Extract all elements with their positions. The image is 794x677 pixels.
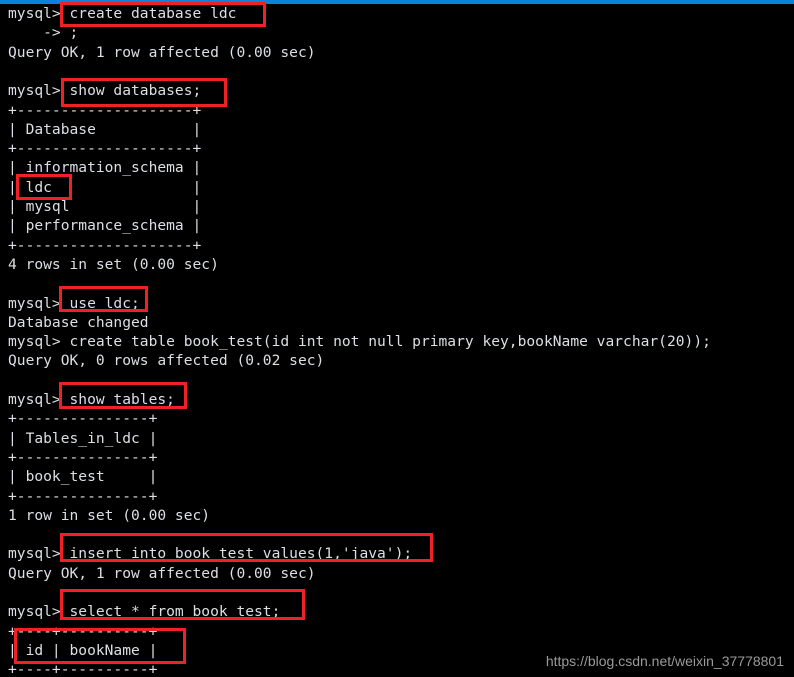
terminal-line: +---------------+: [8, 410, 158, 428]
terminal-line: +--------------------+: [8, 101, 202, 119]
terminal-line: +---------------+: [8, 448, 158, 466]
terminal-line: Query OK, 1 row affected (0.00 sec): [8, 43, 316, 61]
terminal-line: mysql> use ldc;: [8, 294, 140, 312]
terminal-line: mysql> create database ldc: [8, 5, 237, 22]
watermark-text: https://blog.csdn.net/weixin_37778801: [545, 653, 784, 669]
terminal-line: 1 row in set (0.00 sec): [8, 506, 211, 524]
terminal-line: +----+----------+: [8, 622, 158, 640]
terminal-line: 4 rows in set (0.00 sec): [8, 255, 219, 273]
terminal-line: | Database |: [8, 120, 202, 138]
terminal-line: | Tables_in_ldc |: [8, 429, 158, 447]
terminal-screen: mysql> create database ldc -> ; Query OK,…: [0, 0, 794, 677]
terminal-line: +--------------------+: [8, 140, 202, 158]
terminal-line: +----+----------+: [8, 661, 158, 677]
terminal-line: | book_test |: [8, 468, 158, 486]
terminal-line: mysql> show tables;: [8, 391, 175, 408]
terminal-line: -> ;: [8, 24, 79, 42]
terminal-line: +---------------+: [8, 487, 158, 505]
terminal-line: Query OK, 0 rows affected (0.02 sec): [8, 352, 325, 370]
terminal-line: +--------------------+: [8, 236, 202, 254]
terminal-line: Query OK, 1 row affected (0.00 sec): [8, 564, 316, 582]
terminal-line: | id | bookName |: [8, 641, 158, 659]
terminal-line: mysql> insert into book_test values(1,'j…: [8, 545, 413, 563]
terminal-line: | mysql |: [8, 198, 202, 215]
terminal-line: mysql> create table book_test(id int not…: [8, 333, 711, 351]
terminal-line: Database changed: [8, 313, 149, 331]
terminal-line: | ldc |: [8, 178, 202, 196]
terminal-line: | information_schema |: [8, 159, 202, 177]
terminal-line: mysql> show databases;: [8, 82, 202, 100]
terminal-line: mysql> select * from book_test;: [8, 603, 281, 621]
terminal-line: | performance_schema |: [8, 217, 202, 235]
